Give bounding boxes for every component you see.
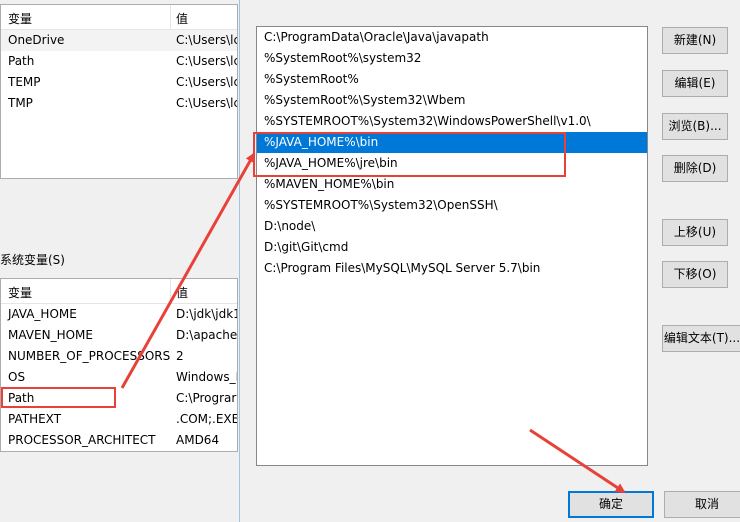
list-item[interactable]: %SYSTEMROOT%\System32\OpenSSH\ (257, 195, 647, 216)
col-name-header[interactable]: 变量 (8, 10, 32, 27)
system-vars-list[interactable]: 变量 值 JAVA_HOME D:\jdk\jdk1 MAVEN_HOME D:\a… (0, 278, 238, 452)
table-row[interactable]: OneDrive C:\Users\lc (1, 30, 237, 51)
path-row-highlight-box (1, 387, 116, 408)
table-row[interactable]: MAVEN_HOME D:\apache (1, 325, 237, 346)
var-value: C:\Users\lc (176, 54, 238, 68)
var-name: NUMBER_OF_PROCESSORS (8, 349, 171, 363)
col-value-header[interactable]: 值 (176, 10, 188, 27)
list-item[interactable]: C:\ProgramData\Oracle\Java\javapath (257, 27, 647, 48)
path-entry-text: %SYSTEMROOT%\System32\OpenSSH\ (264, 198, 498, 212)
list-item[interactable]: D:\node\ (257, 216, 647, 237)
var-value: C:\Prograr (176, 391, 237, 405)
list-item[interactable]: %SystemRoot%\System32\Wbem (257, 90, 647, 111)
list-item[interactable]: %SYSTEMROOT%\System32\WindowsPowerShell\… (257, 111, 647, 132)
list-item[interactable]: %MAVEN_HOME%\bin (257, 174, 647, 195)
var-name: TEMP (8, 75, 41, 89)
java-home-entries-highlight-box (253, 132, 566, 177)
list-item[interactable]: C:\Program Files\MySQL\MySQL Server 5.7\… (257, 258, 647, 279)
list-item[interactable]: %SystemRoot% (257, 69, 647, 90)
table-row[interactable]: PROCESSOR_ARCHITECT AMD64 (1, 430, 237, 451)
path-entry-text: %SystemRoot%\system32 (264, 51, 422, 65)
path-entry-text: D:\git\Git\cmd (264, 240, 349, 254)
column-separator[interactable] (170, 5, 171, 29)
table-row[interactable]: TMP C:\Users\lc (1, 93, 237, 114)
path-entry-text: C:\ProgramData\Oracle\Java\javapath (264, 30, 489, 44)
table-row[interactable]: OS Windows_N (1, 367, 237, 388)
move-up-button[interactable]: 上移(U) (662, 219, 728, 246)
var-name: JAVA_HOME (8, 307, 77, 321)
var-value: D:\jdk\jdk1 (176, 307, 238, 321)
var-name: OneDrive (8, 33, 65, 47)
col-name-header[interactable]: 变量 (8, 284, 32, 301)
var-value: Windows_N (176, 370, 238, 384)
path-entry-text: D:\node\ (264, 219, 316, 233)
var-name: OS (8, 370, 26, 384)
browse-button[interactable]: 浏览(B)... (662, 113, 728, 140)
var-value: C:\Users\lc (176, 96, 238, 110)
env-vars-dialog: 变量 值 OneDrive C:\Users\lc Path C:\Users\lc… (0, 0, 240, 522)
move-down-button[interactable]: 下移(O) (662, 261, 728, 288)
var-value: AMD64 (176, 433, 220, 447)
var-value: 2 (176, 349, 184, 363)
edit-env-var-dialog: C:\ProgramData\Oracle\Java\javapath %Sys… (239, 0, 740, 522)
path-entry-text: C:\Program Files\MySQL\MySQL Server 5.7\… (264, 261, 541, 275)
var-name: PATHEXT (8, 412, 62, 426)
var-name: MAVEN_HOME (8, 328, 93, 342)
delete-button[interactable]: 删除(D) (662, 155, 728, 182)
table-row[interactable]: JAVA_HOME D:\jdk\jdk1 (1, 304, 237, 325)
path-entry-text: %SystemRoot% (264, 72, 359, 86)
var-value: .COM;.EXE (176, 412, 238, 426)
edit-button[interactable]: 编辑(E) (662, 70, 728, 97)
list-item[interactable]: D:\git\Git\cmd (257, 237, 647, 258)
table-row[interactable]: PATHEXT .COM;.EXE (1, 409, 237, 430)
user-vars-list[interactable]: 变量 值 OneDrive C:\Users\lc Path C:\Users\lc… (0, 4, 238, 179)
edit-text-button[interactable]: 编辑文本(T)... (662, 325, 740, 352)
cancel-button[interactable]: 取消 (664, 491, 740, 518)
system-vars-header: 变量 值 (1, 279, 237, 304)
path-entry-text: %SystemRoot%\System32\Wbem (264, 93, 466, 107)
path-entry-text: %MAVEN_HOME%\bin (264, 177, 395, 191)
var-value: C:\Users\lc (176, 75, 238, 89)
var-value: D:\apache (176, 328, 238, 342)
ok-button[interactable]: 确定 (568, 491, 654, 518)
path-entries-list[interactable]: C:\ProgramData\Oracle\Java\javapath %Sys… (256, 26, 648, 466)
var-name: Path (8, 54, 35, 68)
var-name: TMP (8, 96, 33, 110)
table-row[interactable]: TEMP C:\Users\lc (1, 72, 237, 93)
table-row[interactable]: Path C:\Users\lc (1, 51, 237, 72)
new-button[interactable]: 新建(N) (662, 27, 728, 54)
list-item[interactable]: %SystemRoot%\system32 (257, 48, 647, 69)
var-name: PROCESSOR_ARCHITECT (8, 433, 156, 447)
table-row[interactable]: NUMBER_OF_PROCESSORS 2 (1, 346, 237, 367)
column-separator[interactable] (170, 279, 171, 303)
path-entry-text: %SYSTEMROOT%\System32\WindowsPowerShell\… (264, 114, 591, 128)
system-vars-title: 系统变量(S) (0, 253, 65, 267)
var-value: C:\Users\lc (176, 33, 238, 47)
col-value-header[interactable]: 值 (176, 284, 188, 301)
user-vars-header: 变量 值 (1, 5, 237, 30)
